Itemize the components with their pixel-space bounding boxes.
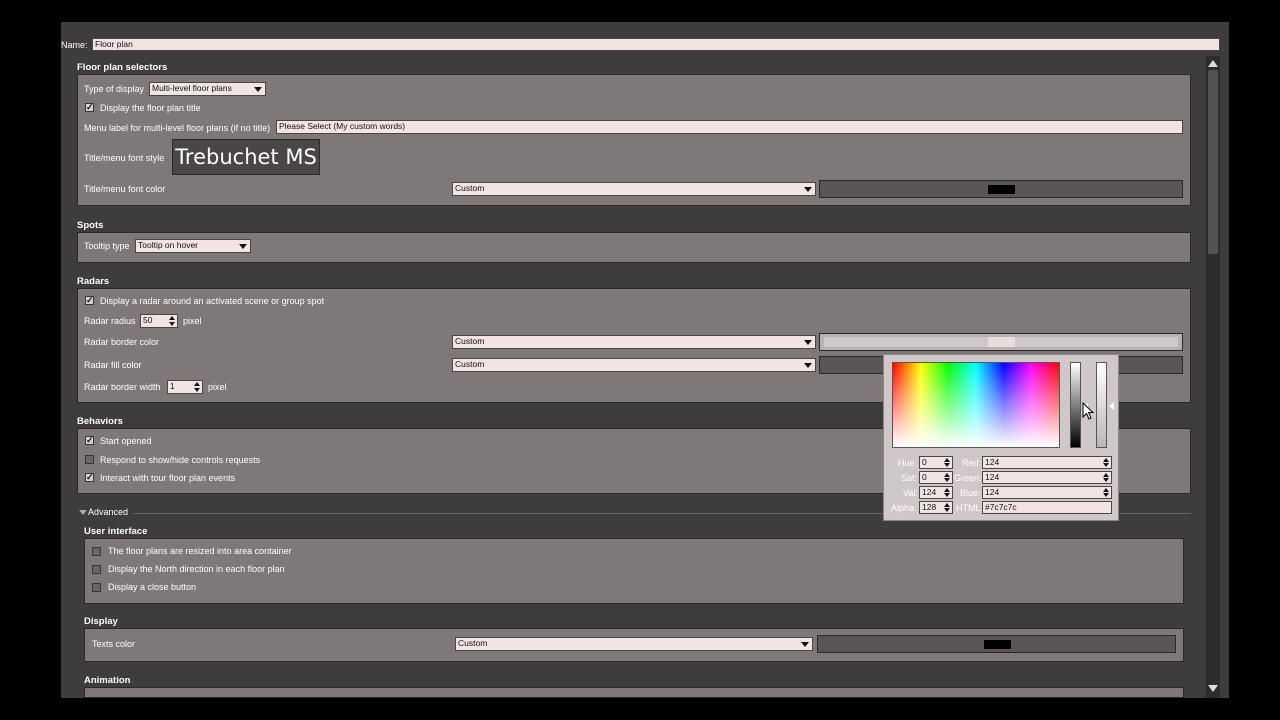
spots-header: Spots: [77, 220, 104, 231]
display-radar-label: Display a radar around an activated scen…: [100, 296, 325, 306]
close-button-label: Display a close button: [108, 582, 197, 592]
type-of-display-label: Type of display: [84, 84, 145, 94]
hue-label: Hue:: [898, 458, 918, 468]
texts-color-select[interactable]: Custom: [455, 637, 813, 651]
radar-radius-stepper[interactable]: 50: [140, 314, 178, 328]
name-input[interactable]: Floor plan: [92, 38, 1220, 51]
texts-color-swatch[interactable]: [817, 635, 1176, 653]
hue-saturation-field[interactable]: [892, 362, 1060, 448]
start-opened-checkbox[interactable]: ✓: [85, 436, 94, 445]
green-stepper[interactable]: 124: [982, 471, 1112, 484]
resized-label: The floor plans are resized into area co…: [108, 546, 292, 556]
display-title-checkbox[interactable]: ✓: [85, 103, 94, 112]
display-radar-checkbox[interactable]: ✓: [85, 296, 94, 305]
menu-label-input[interactable]: Please Select (My custom words): [276, 120, 1183, 134]
radar-border-color-select[interactable]: Custom: [452, 335, 816, 349]
val-label: Val:: [903, 488, 918, 498]
chevron-down-icon: [239, 244, 247, 249]
menu-label-label: Menu label for multi-level floor plans (…: [84, 123, 271, 133]
green-label: Green:: [954, 473, 982, 483]
collapse-arrow-icon[interactable]: [79, 510, 87, 515]
north-checkbox[interactable]: [92, 565, 101, 574]
type-of-display-select[interactable]: Multi-level floor plans: [149, 82, 266, 96]
font-color-swatch[interactable]: [819, 180, 1183, 198]
tooltip-type-label: Tooltip type: [84, 241, 130, 251]
name-label: Name:: [61, 40, 88, 50]
floor-plan-selectors-header: Floor plan selectors: [77, 62, 168, 73]
red-label: Red:: [962, 458, 982, 468]
chevron-down-icon: [804, 363, 812, 368]
chevron-down-icon: [254, 87, 262, 92]
north-label: Display the North direction in each floo…: [108, 564, 285, 574]
tooltip-type-select[interactable]: Tooltip on hover: [135, 239, 251, 253]
behaviors-header: Behaviors: [77, 416, 123, 427]
interact-checkbox[interactable]: ✓: [85, 473, 94, 482]
html-color-input[interactable]: #7c7c7c: [982, 501, 1112, 514]
respond-label: Respond to show/hide controls requests: [100, 455, 261, 465]
alpha-slider[interactable]: [1096, 362, 1107, 448]
scroll-up-icon[interactable]: [1208, 60, 1218, 67]
radars-header: Radars: [77, 276, 110, 287]
sat-stepper[interactable]: 0: [919, 471, 953, 484]
animation-panel: [84, 687, 1184, 698]
radar-border-width-unit: pixel: [208, 382, 227, 392]
chevron-down-icon: [801, 642, 809, 647]
advanced-label[interactable]: Advanced: [88, 507, 128, 518]
font-style-button[interactable]: Trebuchet MS: [172, 139, 320, 175]
user-interface-header: User interface: [84, 526, 148, 537]
radar-border-color-swatch[interactable]: [819, 333, 1183, 351]
alpha-label: Alpha:: [891, 503, 917, 513]
scrollbar-thumb[interactable]: [1208, 70, 1218, 254]
texts-color-label: Texts color: [92, 639, 136, 649]
editor-window: Name: Floor plan Floor plan selectors Ty…: [61, 22, 1229, 698]
red-stepper[interactable]: 124: [982, 456, 1112, 469]
chevron-down-icon: [804, 187, 812, 192]
font-color-select[interactable]: Custom: [452, 182, 816, 196]
mouse-cursor-icon: [1082, 402, 1094, 420]
scroll-down-icon[interactable]: [1208, 685, 1218, 692]
display-title-label: Display the floor plan title: [100, 103, 201, 113]
blue-label: Blue:: [960, 488, 981, 498]
respond-checkbox[interactable]: [85, 455, 94, 464]
radar-radius-unit: pixel: [183, 316, 202, 326]
radar-fill-color-select[interactable]: Custom: [452, 358, 816, 372]
animation-header: Animation: [84, 675, 131, 686]
html-label: HTML:: [956, 503, 983, 513]
radar-border-color-label: Radar border color: [84, 337, 160, 347]
font-color-label: Title/menu font color: [84, 184, 166, 194]
hue-stepper[interactable]: 0: [919, 456, 953, 469]
color-picker-popup: Hue: 0 Red: 124 Sat: 0 Green: 124 Val: 1…: [883, 354, 1119, 521]
radar-radius-label: Radar radius: [84, 316, 136, 326]
radar-border-width-stepper[interactable]: 1: [167, 380, 203, 394]
radar-border-width-label: Radar border width: [84, 382, 161, 392]
alpha-marker-icon[interactable]: [1109, 402, 1114, 410]
font-style-label: Title/menu font style: [84, 153, 165, 163]
chevron-down-icon: [804, 340, 812, 345]
value-slider[interactable]: [1070, 362, 1081, 448]
display-header: Display: [84, 616, 118, 627]
resized-checkbox[interactable]: [92, 547, 101, 556]
close-button-checkbox[interactable]: [92, 583, 101, 592]
interact-label: Interact with tour floor plan events: [100, 473, 236, 483]
radar-fill-color-label: Radar fill color: [84, 360, 142, 370]
val-stepper[interactable]: 124: [919, 486, 953, 499]
start-opened-label: Start opened: [100, 436, 152, 446]
sat-label: Sat:: [901, 473, 918, 483]
alpha-stepper[interactable]: 128: [919, 501, 953, 514]
blue-stepper[interactable]: 124: [982, 486, 1112, 499]
